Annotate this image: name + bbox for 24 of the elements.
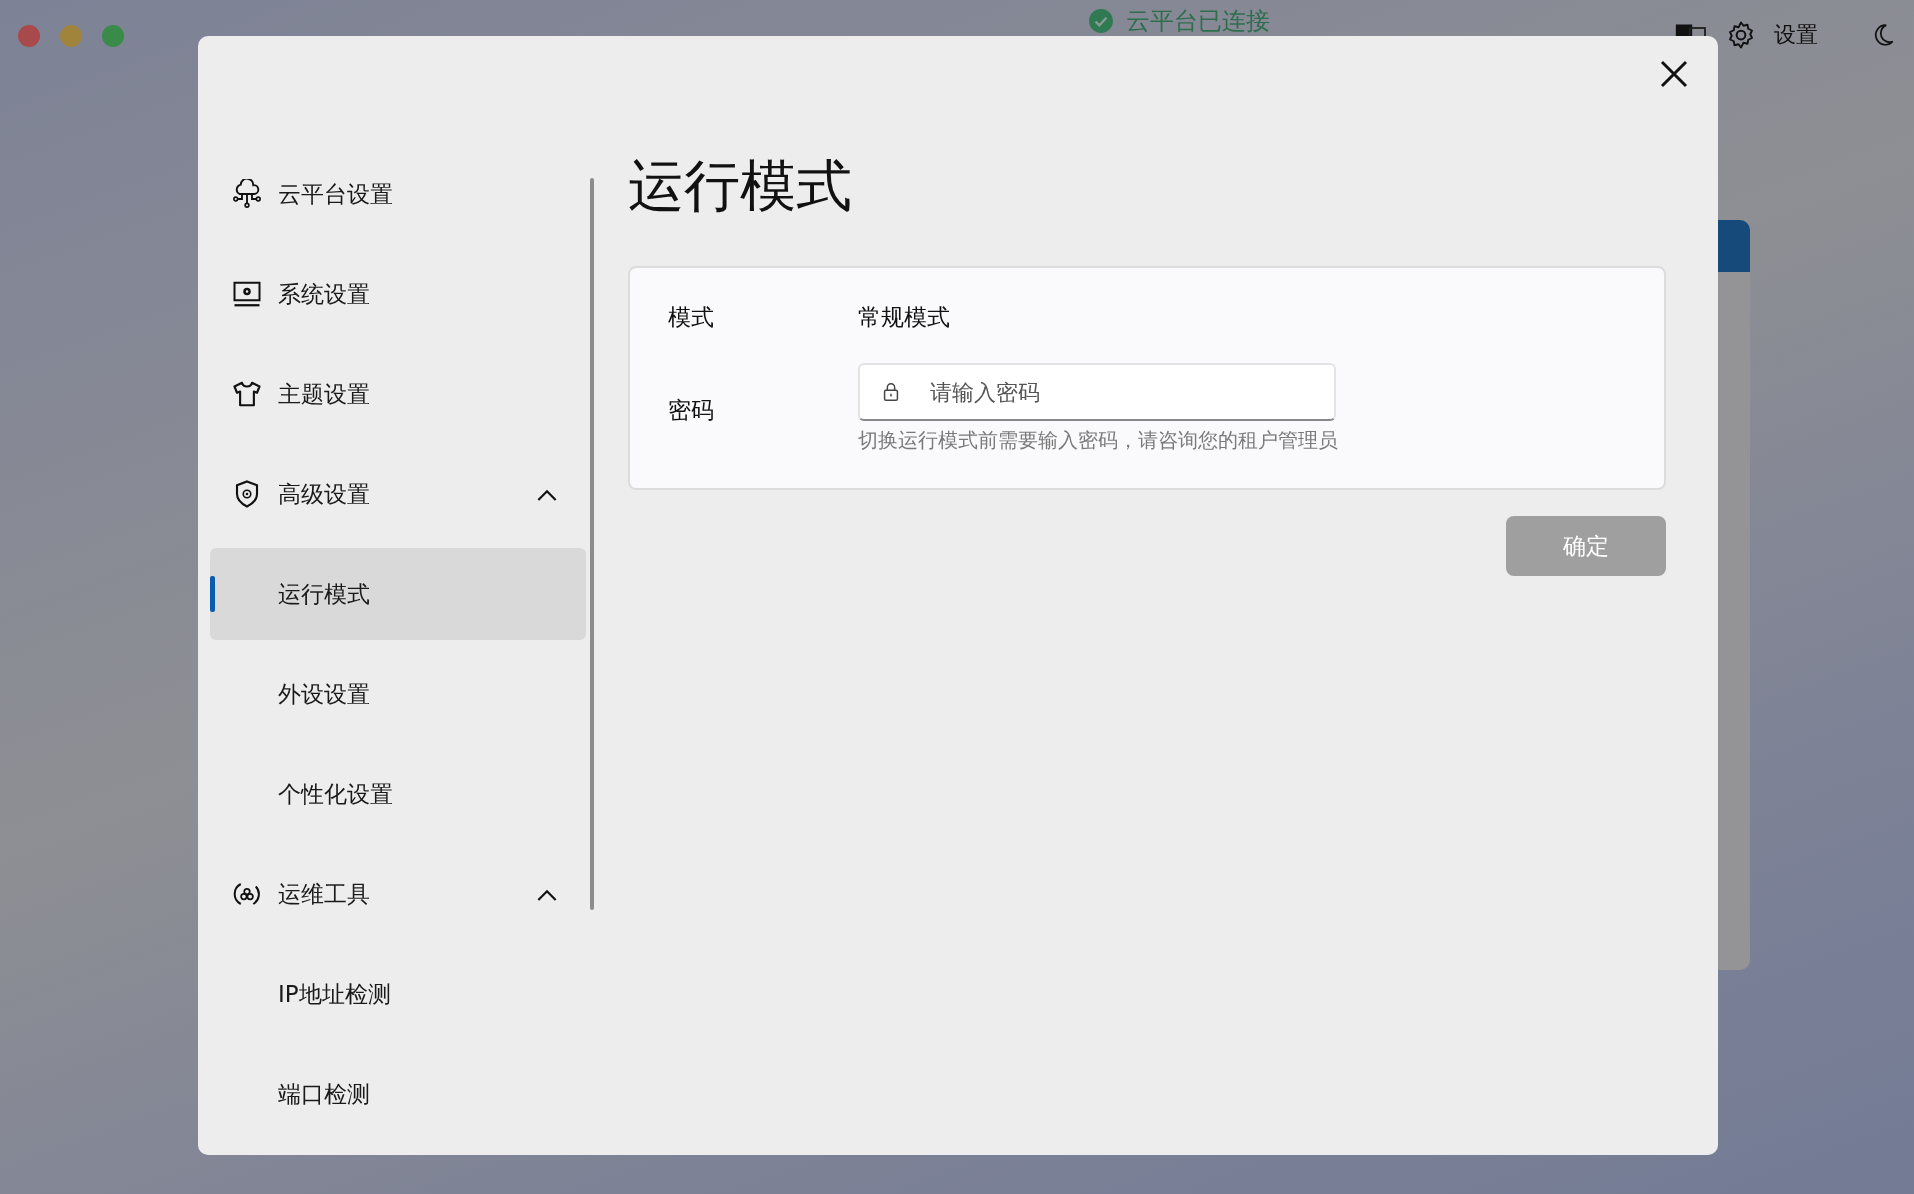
sidebar-item[interactable]: 运行模式 bbox=[210, 548, 586, 640]
sidebar-item[interactable]: 高级设置 bbox=[210, 448, 586, 540]
sidebar-item[interactable]: 主题设置 bbox=[210, 348, 586, 440]
password-hint: 切换运行模式前需要输入密码，请咨询您的租户管理员 bbox=[858, 427, 1338, 454]
cloud-network-icon bbox=[232, 179, 262, 209]
sidebar-item[interactable]: 云平台设置 bbox=[210, 148, 586, 240]
sidebar-item[interactable]: IP地址检测 bbox=[210, 948, 586, 1040]
page-title: 运行模式 bbox=[628, 152, 853, 220]
monitor-gear-icon bbox=[232, 279, 262, 309]
field-label: 密码 bbox=[668, 396, 715, 425]
mode-value: 常规模式 bbox=[858, 303, 950, 332]
settings-icon[interactable] bbox=[1726, 20, 1756, 50]
connection-status: 云平台已连接 bbox=[1126, 8, 1270, 34]
sidebar-item[interactable]: 个性化设置 bbox=[210, 748, 586, 840]
password-field[interactable]: 请输入密码 bbox=[858, 363, 1336, 421]
sidebar-item[interactable]: 运维工具 bbox=[210, 848, 586, 940]
settings-label[interactable]: 设置 bbox=[1774, 20, 1818, 50]
sidebar-item[interactable]: 端口检测 bbox=[210, 1048, 586, 1140]
shirt-icon bbox=[232, 379, 262, 409]
chevron-up-icon[interactable] bbox=[536, 487, 558, 501]
sidebar-item[interactable]: 外设设置 bbox=[210, 648, 586, 740]
sidebar-item[interactable]: 系统设置 bbox=[210, 248, 586, 340]
chevron-up-icon[interactable] bbox=[536, 887, 558, 901]
field-label: 模式 bbox=[668, 303, 715, 332]
